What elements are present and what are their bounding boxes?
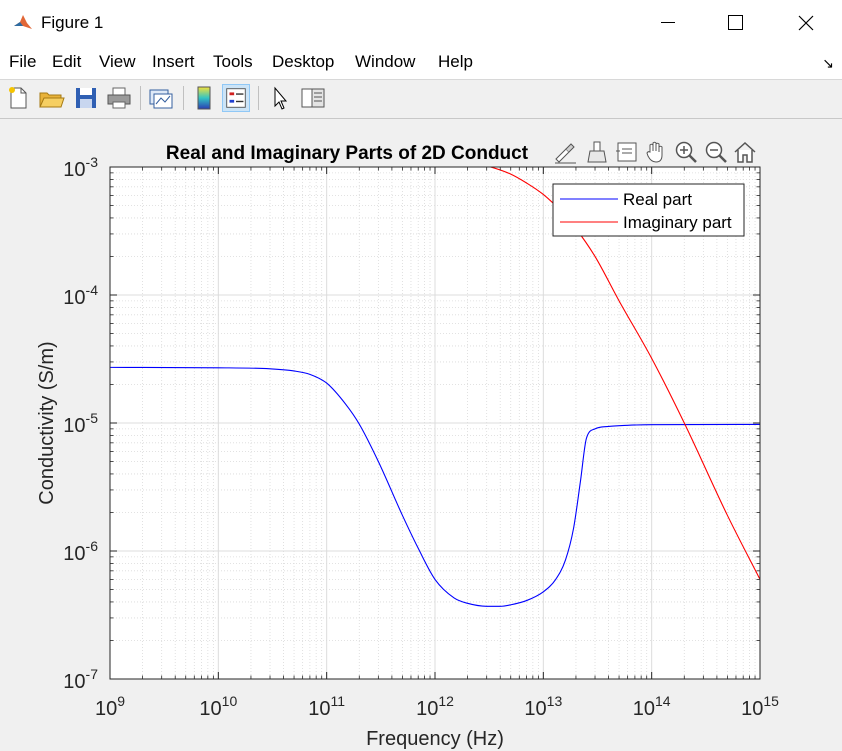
- chart-title: Real and Imaginary Parts of 2D Conduct: [166, 143, 529, 164]
- x-tick-label: 1012: [416, 693, 454, 720]
- y-tick-label: 10-4: [63, 282, 98, 309]
- x-tick-label: 1015: [741, 693, 779, 720]
- zoom-out-icon[interactable]: [703, 139, 729, 165]
- zoom-in-icon[interactable]: [673, 139, 699, 165]
- x-tick-label: 1013: [524, 693, 562, 720]
- y-tick-label: 10-5: [63, 410, 98, 437]
- plot-svg: 109 1010 1011 1012 1013 1014 1015 10-7 10-6 10-5…: [36, 143, 779, 750]
- x-axis-label: Frequency (Hz): [366, 728, 504, 750]
- data-brush-icon[interactable]: [584, 139, 610, 165]
- brush-edit-icon[interactable]: [552, 139, 578, 165]
- y-tick-label: 10-7: [63, 666, 98, 693]
- restore-view-home-icon[interactable]: [732, 139, 758, 165]
- data-tips-icon[interactable]: [614, 139, 640, 165]
- y-tick-label: 10-3: [63, 154, 98, 181]
- legend-label-imag: Imaginary part: [623, 213, 732, 232]
- legend[interactable]: Real part Imaginary part: [552, 183, 745, 237]
- legend-label-real: Real part: [623, 190, 692, 209]
- x-tick-label: 109: [95, 693, 125, 720]
- pan-hand-icon[interactable]: [643, 139, 669, 165]
- y-axis-label: Conductivity (S/m): [36, 341, 58, 504]
- x-tick-label: 1011: [308, 693, 345, 720]
- x-tick-label: 1010: [199, 693, 237, 720]
- y-tick-labels: 10-7 10-6 10-5 10-4 10-3: [63, 154, 98, 693]
- x-tick-labels: 109 1010 1011 1012 1013 1014 1015: [95, 693, 779, 720]
- x-tick-label: 1014: [633, 693, 671, 720]
- y-tick-label: 10-6: [63, 538, 98, 565]
